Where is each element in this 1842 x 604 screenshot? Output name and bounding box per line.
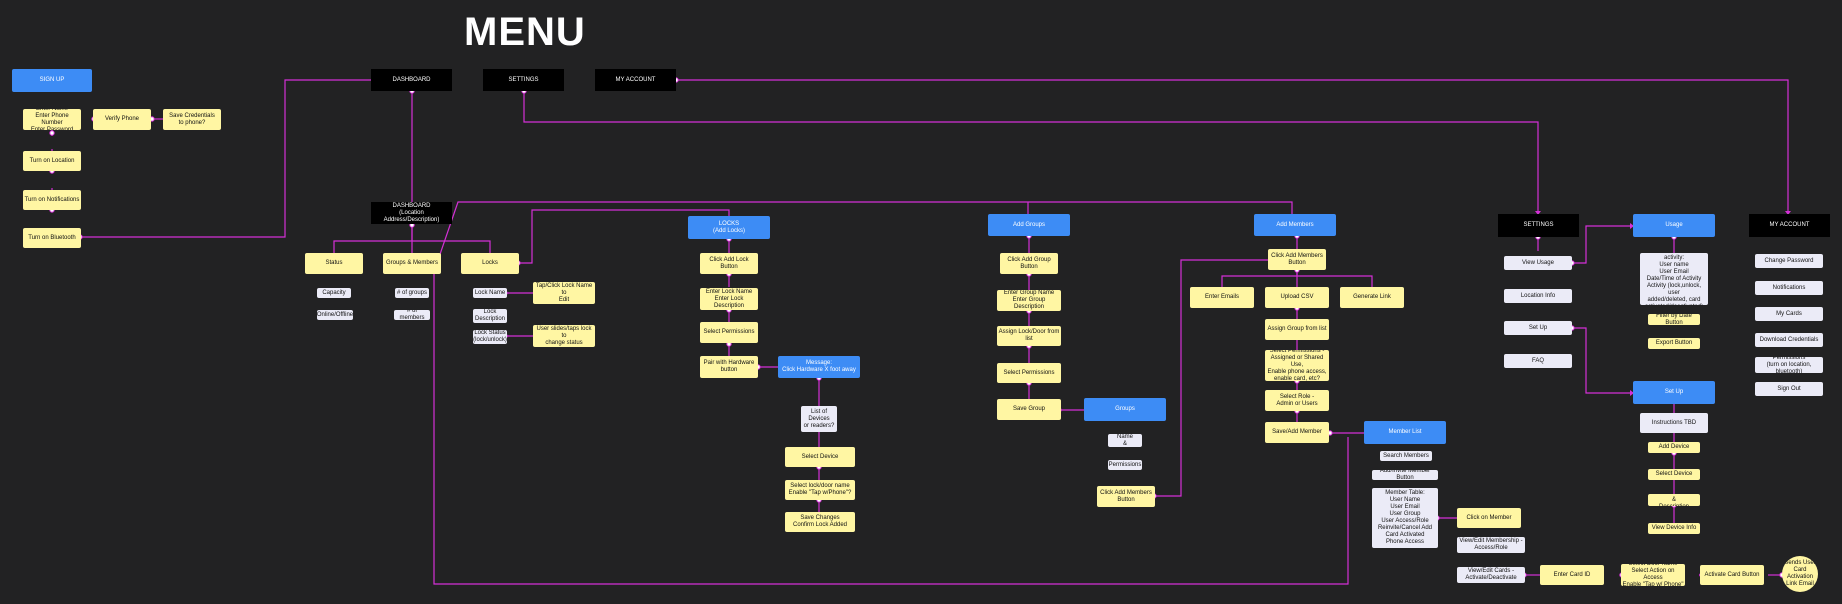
turn-on-location-node: Turn on Location bbox=[23, 151, 81, 171]
page-title: MENU bbox=[464, 10, 586, 54]
save-credentials-node: Save Credentials to phone? bbox=[163, 109, 221, 130]
settings-node: SETTINGS bbox=[1498, 214, 1579, 237]
view-edit-cards-node: View/Edit Cards - Activate/Deactivate bbox=[1457, 567, 1525, 583]
add-groups-node: Add Groups bbox=[988, 214, 1070, 236]
view-usage-node: View Usage bbox=[1504, 256, 1572, 270]
groups-node: Groups bbox=[1084, 398, 1166, 421]
lock-status-node: Lock Status (lock/unlock) bbox=[473, 330, 507, 344]
user-slides-node: User slides/taps lock to change status bbox=[533, 325, 595, 347]
message-hardware-node: Message: Click Hardware X foot away bbox=[778, 356, 860, 378]
member-table-node: Member Table: User Name User Email User … bbox=[1372, 488, 1438, 548]
enter-emails-node: Enter Emails bbox=[1190, 287, 1254, 308]
export-button-node: Export Button bbox=[1648, 338, 1700, 349]
view-device-info-node: View Device Info bbox=[1648, 523, 1700, 534]
connector bbox=[523, 91, 1539, 214]
select-permissions-member-node: Select Permissions - Assigned or Shared … bbox=[1265, 350, 1329, 381]
lock-name-node: Lock Name bbox=[473, 288, 507, 298]
edit-device-name-node: Edit Device Name & Description bbox=[1648, 494, 1700, 506]
num-groups-node: # of groups bbox=[395, 288, 429, 298]
instructions-tbd-node: Instructions TBD bbox=[1640, 413, 1708, 433]
click-add-lock-node: Click Add Lock Button bbox=[700, 253, 758, 274]
signup-node: SIGN UP bbox=[12, 69, 92, 92]
connector bbox=[80, 79, 372, 238]
view-list-activity-node: View list of recent activity: User name … bbox=[1640, 253, 1708, 305]
select-device-lock-node: Select Device bbox=[785, 447, 855, 467]
filter-date-node: Filter by Date Button bbox=[1648, 314, 1700, 325]
select-permissions-group-node: Select Permissions bbox=[997, 363, 1061, 383]
locks-add-node: LOCKS (Add Locks) bbox=[688, 216, 770, 239]
pair-hardware-node: Pair with Hardware button bbox=[700, 356, 758, 378]
locks-node: Locks bbox=[461, 253, 519, 274]
connector bbox=[1572, 327, 1633, 394]
capacity-node: Capacity bbox=[317, 288, 351, 298]
notifications-node: Notifications bbox=[1755, 281, 1823, 295]
view-edit-membership-node: View/Edit Membership - Access/Role bbox=[1457, 537, 1525, 553]
my-account-node: MY ACCOUNT bbox=[1749, 214, 1830, 237]
click-on-member-node: Click on Member bbox=[1457, 508, 1521, 528]
save-group-node: Save Group bbox=[997, 399, 1061, 420]
my-account-top-node: MY ACCOUNT bbox=[595, 69, 676, 91]
change-password-node: Change Password bbox=[1755, 254, 1823, 268]
settings-top-node: SETTINGS bbox=[483, 69, 564, 91]
set-up-blue-node: Set Up bbox=[1633, 381, 1715, 404]
enter-name-node: Enter Name Enter Phone Number Enter Pass… bbox=[23, 109, 81, 130]
turn-on-bluetooth-node: Turn on Bluetooth bbox=[23, 228, 81, 248]
connector bbox=[1572, 225, 1633, 264]
num-members-node: # of members bbox=[394, 310, 430, 320]
list-devices-node: List of Devices or readers? bbox=[801, 406, 837, 432]
save-add-member-node: Save/Add Member bbox=[1265, 422, 1329, 443]
sends-user-node: Sends User Card Activation Link Email bbox=[1782, 556, 1818, 592]
connector bbox=[1297, 275, 1373, 287]
generate-link-node: Generate Link bbox=[1340, 287, 1404, 308]
my-cards-node: My Cards bbox=[1755, 307, 1823, 321]
group-name-desc-node: Group Name & Description bbox=[1108, 434, 1142, 447]
add-device-node: Add Device bbox=[1648, 442, 1700, 453]
select-device-setup-node: Select Device bbox=[1648, 469, 1700, 480]
permissions-account-node: Permissions (turn on location, bluetooth… bbox=[1755, 357, 1823, 373]
click-add-members-node: Click Add Members Button bbox=[1268, 249, 1326, 270]
member-list-node: Member List bbox=[1364, 421, 1446, 444]
add-invite-member-node: Add/Invite Member Button bbox=[1372, 470, 1438, 480]
click-add-members-group-node: Click Add Members Button bbox=[1097, 486, 1155, 507]
add-members-node: Add Members bbox=[1254, 214, 1336, 236]
select-role-node: Select Role - Admin or Users bbox=[1265, 390, 1329, 411]
dashboard-node: DASHBOARD (Location Address/Description) bbox=[371, 202, 452, 224]
online-offline-node: Online/Offline bbox=[317, 310, 353, 320]
usage-node: Usage bbox=[1633, 214, 1715, 237]
select-permissions-lock-node: Select Permissions bbox=[700, 322, 758, 343]
enter-lock-name-node: Enter Lock Name Enter Lock Description bbox=[700, 288, 758, 310]
download-credentials-node: Download Credentials bbox=[1755, 333, 1823, 347]
verify-phone-node: Verify Phone bbox=[93, 109, 151, 130]
assign-lock-door-node: Assign Lock/Door from list bbox=[997, 326, 1061, 346]
turn-on-notifications-node: Turn on Notifications bbox=[23, 190, 81, 210]
permissions-group-node: Permissions bbox=[1108, 460, 1142, 470]
sign-out-node: Sign Out bbox=[1755, 382, 1823, 396]
tap-click-lock-name-node: Tap/Click Lock Name to Edit bbox=[533, 282, 595, 304]
click-add-group-node: Click Add Group Button bbox=[1000, 253, 1058, 274]
connector bbox=[436, 201, 1293, 264]
enter-group-name-node: Enter Group Name Enter Group Description bbox=[997, 290, 1061, 311]
connector bbox=[333, 225, 413, 253]
connector bbox=[433, 263, 1349, 585]
groups-members-node: Groups & Members bbox=[383, 253, 441, 274]
enter-card-id-node: Enter Card ID bbox=[1540, 565, 1604, 585]
save-changes-node: Save Changes Confirm Lock Added bbox=[785, 512, 855, 532]
connector bbox=[412, 240, 491, 253]
search-members-node: Search Members bbox=[1380, 451, 1432, 461]
dashboard-top-node: DASHBOARD bbox=[371, 69, 452, 91]
connector bbox=[1221, 270, 1298, 287]
assign-group-list-node: Assign Group from list bbox=[1265, 319, 1329, 340]
select-door-name-node: Select Door Name Select Action on Access… bbox=[1621, 564, 1685, 586]
lock-description-node: Lock Description bbox=[473, 309, 507, 323]
activate-card-node: Activate Card Button bbox=[1700, 565, 1764, 585]
select-lock-door-node: Select lock/door name Enable "Tap w/Phon… bbox=[785, 480, 855, 500]
upload-csv-node: Upload CSV bbox=[1265, 287, 1329, 308]
connector bbox=[676, 79, 1789, 214]
set-up-settings-node: Set Up bbox=[1504, 321, 1572, 335]
faq-node: FAQ bbox=[1504, 354, 1572, 368]
location-info-node: Location Info bbox=[1504, 289, 1572, 303]
status-node: Status bbox=[305, 253, 363, 274]
